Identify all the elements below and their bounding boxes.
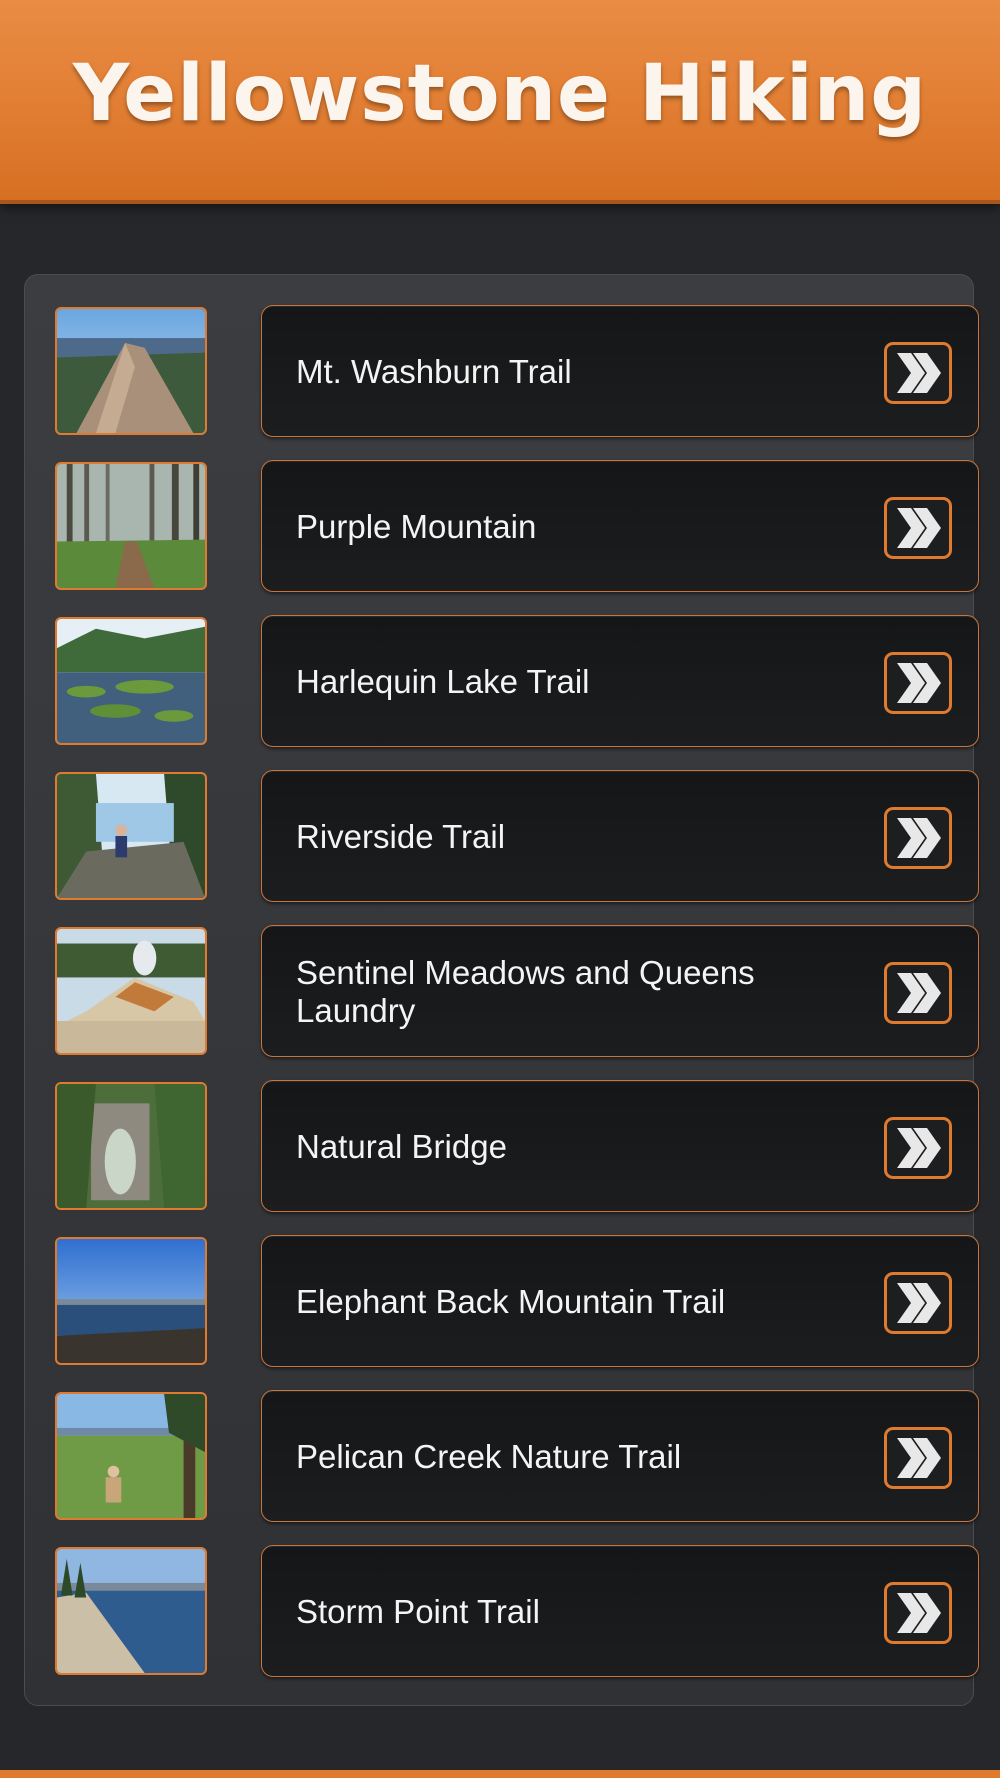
trail-button-pelican-creek[interactable]: Pelican Creek Nature Trail [261, 1390, 979, 1522]
bottom-accent-bar [0, 1770, 1000, 1778]
trail-button-harlequin-lake[interactable]: Harlequin Lake Trail [261, 615, 979, 747]
trail-list-panel: Mt. Washburn Trail Purple Mountain Harle… [24, 274, 979, 1706]
trail-label: Mt. Washburn Trail [296, 353, 572, 390]
trail-row-purple-mountain[interactable]: Purple Mountain [55, 460, 979, 592]
trail-thumbnail-harlequin-lake [55, 617, 207, 745]
trail-row-elephant-back[interactable]: Elephant Back Mountain Trail [55, 1235, 979, 1367]
trail-thumbnail-riverside [55, 772, 207, 900]
trail-label: Riverside Trail [296, 818, 506, 855]
trail-label: Pelican Creek Nature Trail [296, 1438, 682, 1475]
trail-thumbnail-purple-mountain [55, 462, 207, 590]
double-chevron-right-icon[interactable] [884, 1117, 952, 1179]
trail-thumbnail-sentinel-meadows [55, 927, 207, 1055]
app-header: Yellowstone Hiking [0, 0, 1000, 204]
trail-thumbnail-elephant-back [55, 1237, 207, 1365]
double-chevron-right-icon[interactable] [884, 807, 952, 869]
double-chevron-right-icon[interactable] [884, 1427, 952, 1489]
trail-row-mt-washburn[interactable]: Mt. Washburn Trail [55, 305, 979, 437]
trail-button-natural-bridge[interactable]: Natural Bridge [261, 1080, 979, 1212]
trail-button-storm-point[interactable]: Storm Point Trail [261, 1545, 979, 1677]
trail-label: Harlequin Lake Trail [296, 663, 590, 700]
double-chevron-right-icon[interactable] [884, 497, 952, 559]
trail-row-natural-bridge[interactable]: Natural Bridge [55, 1080, 979, 1212]
trail-thumbnail-storm-point [55, 1547, 207, 1675]
trail-button-purple-mountain[interactable]: Purple Mountain [261, 460, 979, 592]
trail-label: Storm Point Trail [296, 1593, 540, 1630]
trail-button-elephant-back[interactable]: Elephant Back Mountain Trail [261, 1235, 979, 1367]
trail-row-riverside[interactable]: Riverside Trail [55, 770, 979, 902]
trail-row-pelican-creek[interactable]: Pelican Creek Nature Trail [55, 1390, 979, 1522]
app-title: Yellowstone Hiking [72, 49, 928, 139]
trail-row-storm-point[interactable]: Storm Point Trail [55, 1545, 979, 1677]
trail-button-sentinel-meadows[interactable]: Sentinel Meadows and Queens Laundry [261, 925, 979, 1057]
double-chevron-right-icon[interactable] [884, 652, 952, 714]
trail-label: Natural Bridge [296, 1128, 507, 1165]
trail-thumbnail-pelican-creek [55, 1392, 207, 1520]
trail-row-sentinel-meadows[interactable]: Sentinel Meadows and Queens Laundry [55, 925, 979, 1057]
trail-thumbnail-natural-bridge [55, 1082, 207, 1210]
double-chevron-right-icon[interactable] [884, 342, 952, 404]
trail-label: Sentinel Meadows and Queens Laundry [296, 954, 755, 1029]
trail-label: Elephant Back Mountain Trail [296, 1283, 726, 1320]
trail-button-riverside[interactable]: Riverside Trail [261, 770, 979, 902]
double-chevron-right-icon[interactable] [884, 1272, 952, 1334]
trail-thumbnail-mt-washburn [55, 307, 207, 435]
double-chevron-right-icon[interactable] [884, 962, 952, 1024]
double-chevron-right-icon[interactable] [884, 1582, 952, 1644]
trail-button-mt-washburn[interactable]: Mt. Washburn Trail [261, 305, 979, 437]
trail-row-harlequin-lake[interactable]: Harlequin Lake Trail [55, 615, 979, 747]
trail-label: Purple Mountain [296, 508, 537, 545]
